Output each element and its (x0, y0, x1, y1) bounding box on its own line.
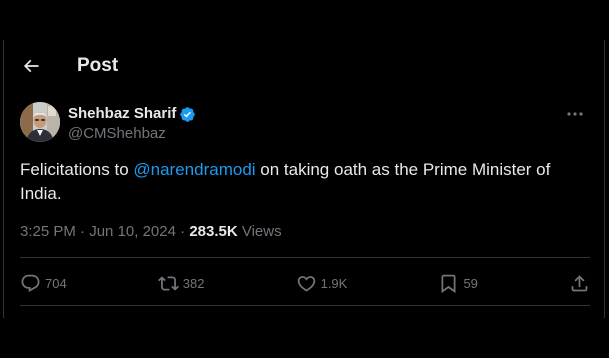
reply-count: 704 (45, 275, 67, 291)
meta-separator: · (175, 223, 190, 240)
repost-button[interactable]: 382 (157, 273, 205, 294)
mention-link[interactable]: @narendramodi (133, 160, 255, 179)
tweet-text-before: Felicitations to (20, 160, 134, 179)
verified-badge-icon (180, 106, 196, 122)
heart-icon (297, 275, 315, 292)
tweet-date[interactable]: Jun 10, 2024 (89, 223, 176, 240)
meta-separator: · (75, 223, 90, 240)
post-header: Post (4, 40, 604, 92)
divider-top (20, 257, 590, 258)
reply-icon (21, 274, 40, 292)
avatar-image (20, 102, 60, 142)
avatar[interactable] (20, 102, 60, 142)
author-name-row: Shehbaz Sharif (68, 104, 196, 124)
share-icon (571, 274, 588, 291)
screen: Post Shehbaz Sharif @CMShehbaz Felicitat… (0, 0, 609, 358)
views-count: 283.5K (189, 223, 238, 240)
divider-bottom (20, 305, 590, 306)
tweet-meta: 3:25 PM · Jun 10, 2024 · 283.5K Views (20, 222, 282, 242)
back-button[interactable] (21, 56, 41, 76)
arrow-left-icon (23, 59, 39, 73)
more-options-button[interactable] (564, 104, 586, 124)
author-handle[interactable]: @CMShehbaz (68, 124, 166, 144)
tweet-text: Felicitations to @narendramodi on taking… (20, 158, 590, 206)
views-label: Views (237, 223, 282, 240)
more-horizontal-icon (567, 112, 583, 116)
post-column: Post Shehbaz Sharif @CMShehbaz Felicitat… (3, 40, 605, 318)
tweet-time[interactable]: 3:25 PM (20, 223, 76, 240)
reply-button[interactable]: 704 (20, 273, 67, 294)
bookmark-button[interactable]: 59 (438, 273, 478, 294)
repost-icon (157, 275, 179, 291)
action-bar: 704 382 1.9K 59 (20, 261, 590, 305)
bookmark-count: 59 (463, 275, 478, 291)
share-button[interactable] (569, 273, 590, 294)
like-count: 1.9K (320, 275, 348, 291)
repost-count: 382 (182, 275, 205, 291)
like-button[interactable]: 1.9K (296, 273, 348, 294)
author-display-name[interactable]: Shehbaz Sharif (68, 104, 176, 124)
bookmark-icon (441, 274, 456, 293)
page-title: Post (77, 55, 119, 76)
